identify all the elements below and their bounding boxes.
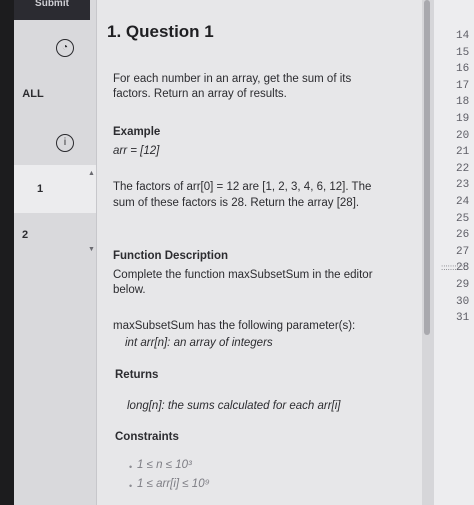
progress-icon[interactable]: ◔ [56, 39, 74, 57]
example-array: arr = [12] [113, 145, 160, 157]
sidebar-item-2[interactable]: 2 [14, 229, 66, 241]
app-screen: ◔ ALL i 1 ▲ 2 ▼ 1. Question 1 For each n… [14, 0, 474, 505]
line-number: 31 [456, 312, 470, 325]
line-number: 27 [456, 245, 470, 258]
returns-line: long[n]: the sums calculated for each ar… [127, 400, 341, 412]
line-number: 26 [456, 229, 470, 242]
line-number: 23 [456, 179, 470, 192]
line-number: 20 [456, 129, 470, 142]
line-number: 28 [456, 262, 470, 275]
returns-heading: Returns [115, 369, 159, 381]
info-icon[interactable]: i [56, 134, 74, 152]
sidebar-item-all[interactable]: ALL [14, 88, 74, 100]
function-line-2: below. [113, 284, 146, 296]
constraints-heading: Constraints [115, 431, 179, 443]
params-line: maxSubsetSum has the following parameter… [113, 320, 356, 332]
line-number: 24 [456, 196, 470, 208]
chevron-up-icon[interactable]: ▲ [88, 170, 95, 177]
submit-tab[interactable]: Submit [14, 0, 90, 20]
problem-statement: 1. Question 1 For each number in an arra… [97, 0, 422, 505]
line-number: 17 [456, 79, 470, 92]
param-arr: int arr[n]: an array of integers [125, 337, 273, 349]
line-number: 30 [456, 295, 470, 308]
factors-line-1: The factors of arr[0] = 12 are [1, 2, 3,… [113, 181, 372, 193]
factors-line-2: sum of these factors is 28. Return the a… [113, 197, 360, 209]
line-number: 15 [456, 46, 470, 59]
line-number: 14 [456, 30, 470, 42]
bullet-icon: • [129, 481, 133, 491]
sidebar-item-1[interactable]: 1 [14, 165, 96, 213]
line-number: 22 [456, 162, 470, 175]
description: For each number in an array, get the sum… [113, 73, 352, 100]
scrollbar-thumb[interactable] [424, 0, 430, 335]
line-number: 25 [456, 212, 470, 225]
function-heading: Function Description [113, 250, 228, 262]
constraint-2: 1 ≤ arr[i] ≤ 10⁹ [137, 478, 210, 490]
line-number: 19 [456, 113, 470, 125]
constraint-1: 1 ≤ n ≤ 10³ [137, 459, 192, 471]
chevron-down-icon[interactable]: ▼ [88, 246, 95, 253]
example-heading: Example [113, 126, 161, 138]
bullet-icon: • [129, 462, 133, 472]
line-number: 21 [456, 146, 470, 159]
question-sidebar: ◔ ALL i 1 ▲ 2 ▼ [14, 0, 97, 505]
function-line-1: Complete the function maxSubsetSum in th… [113, 269, 373, 281]
line-number: 18 [456, 96, 470, 109]
line-number: 29 [456, 279, 470, 291]
resize-handle-icon[interactable]: :::::::::::: [441, 264, 468, 272]
line-number: 16 [456, 63, 470, 76]
page-title: 1. Question 1 [107, 22, 214, 41]
